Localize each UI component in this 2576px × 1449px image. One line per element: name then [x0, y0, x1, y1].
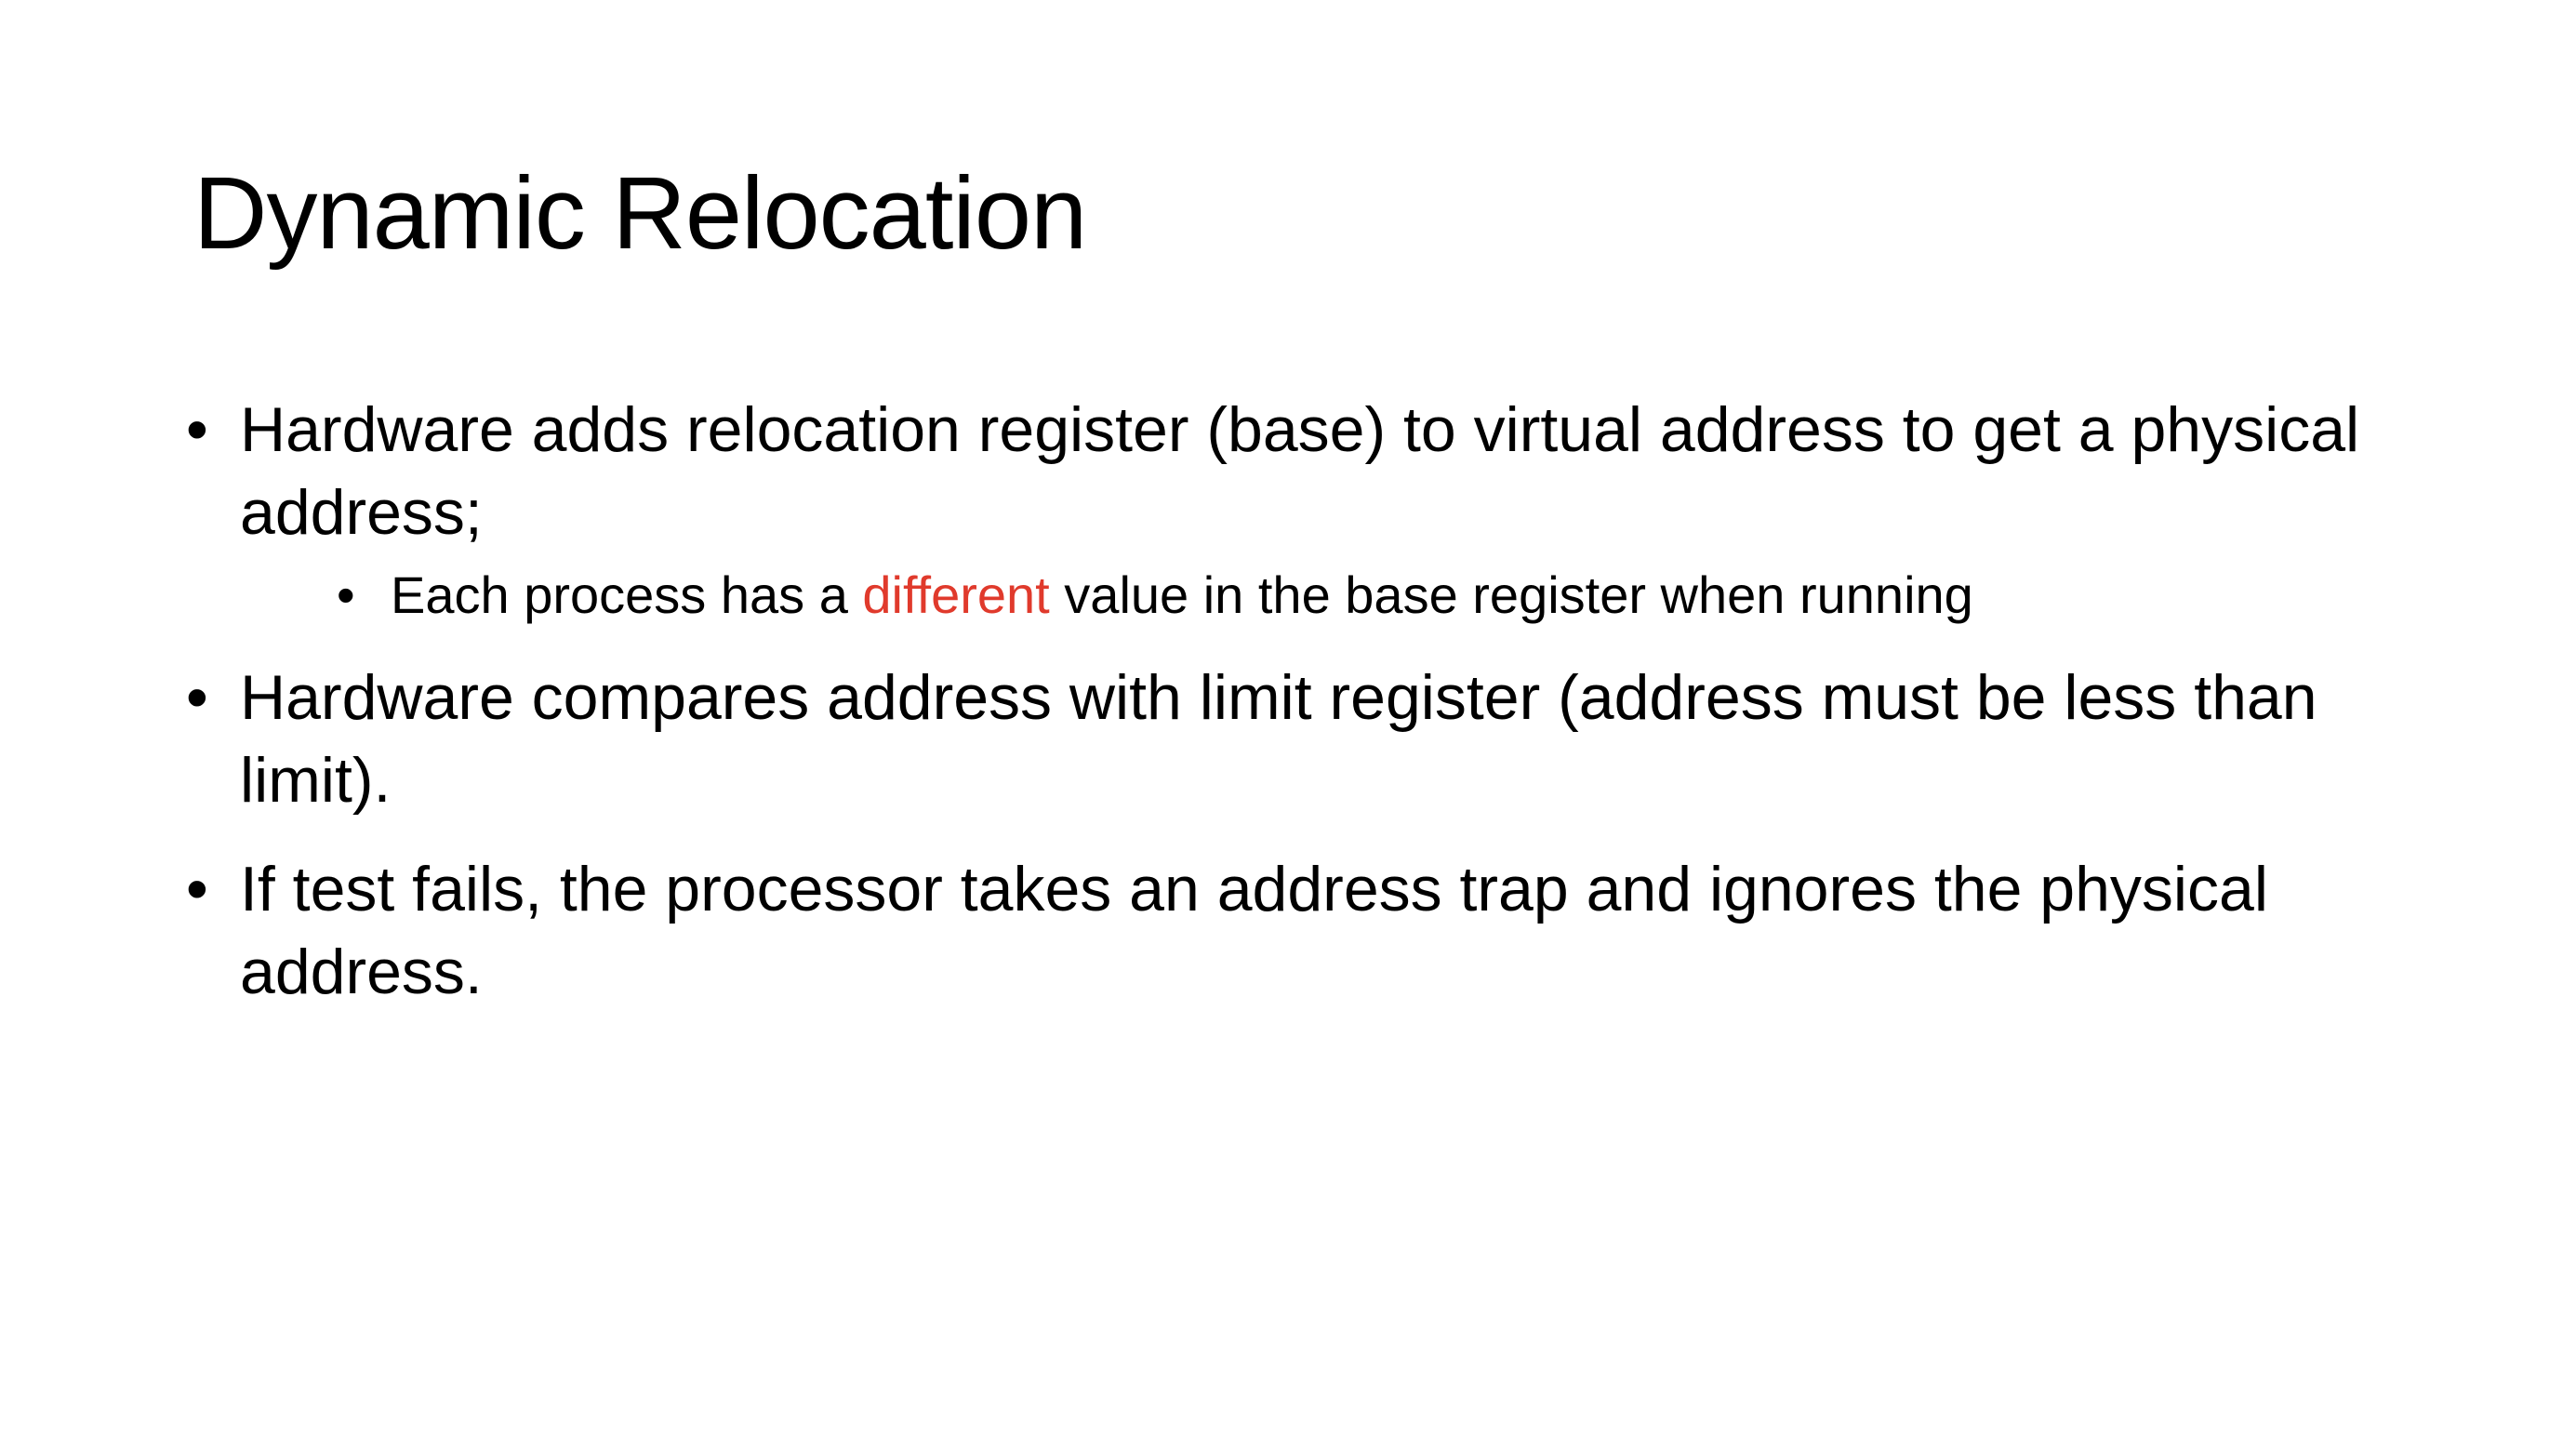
bullet-text: If test fails, the processor takes an ad… — [240, 854, 2268, 1007]
sub-bullet-dot-icon: • — [337, 565, 355, 624]
sub-bullet-emphasis: different — [862, 565, 1050, 624]
sub-bullet-item: • Each process has a different value in … — [337, 560, 2418, 631]
sub-bullet-text-after: value in the base register when running — [1049, 565, 1973, 624]
sub-bullet-list: • Each process has a different value in … — [240, 560, 2418, 631]
slide-title: Dynamic Relocation — [193, 156, 1087, 271]
bullet-text: Hardware compares address with limit reg… — [240, 662, 2317, 816]
slide: Dynamic Relocation • Hardware adds reloc… — [0, 0, 2576, 1449]
bullet-item: • Hardware compares address with limit r… — [186, 657, 2418, 822]
bullet-dot-icon: • — [186, 662, 208, 733]
bullet-item: • If test fails, the processor takes an … — [186, 848, 2418, 1014]
bullet-text: Hardware adds relocation register (base)… — [240, 394, 2360, 548]
sub-bullet-text-before: Each process has a — [391, 565, 863, 624]
bullet-dot-icon: • — [186, 394, 208, 465]
bullet-list: • Hardware adds relocation register (bas… — [186, 389, 2418, 1040]
bullet-item: • Hardware adds relocation register (bas… — [186, 389, 2418, 631]
bullet-dot-icon: • — [186, 854, 208, 924]
